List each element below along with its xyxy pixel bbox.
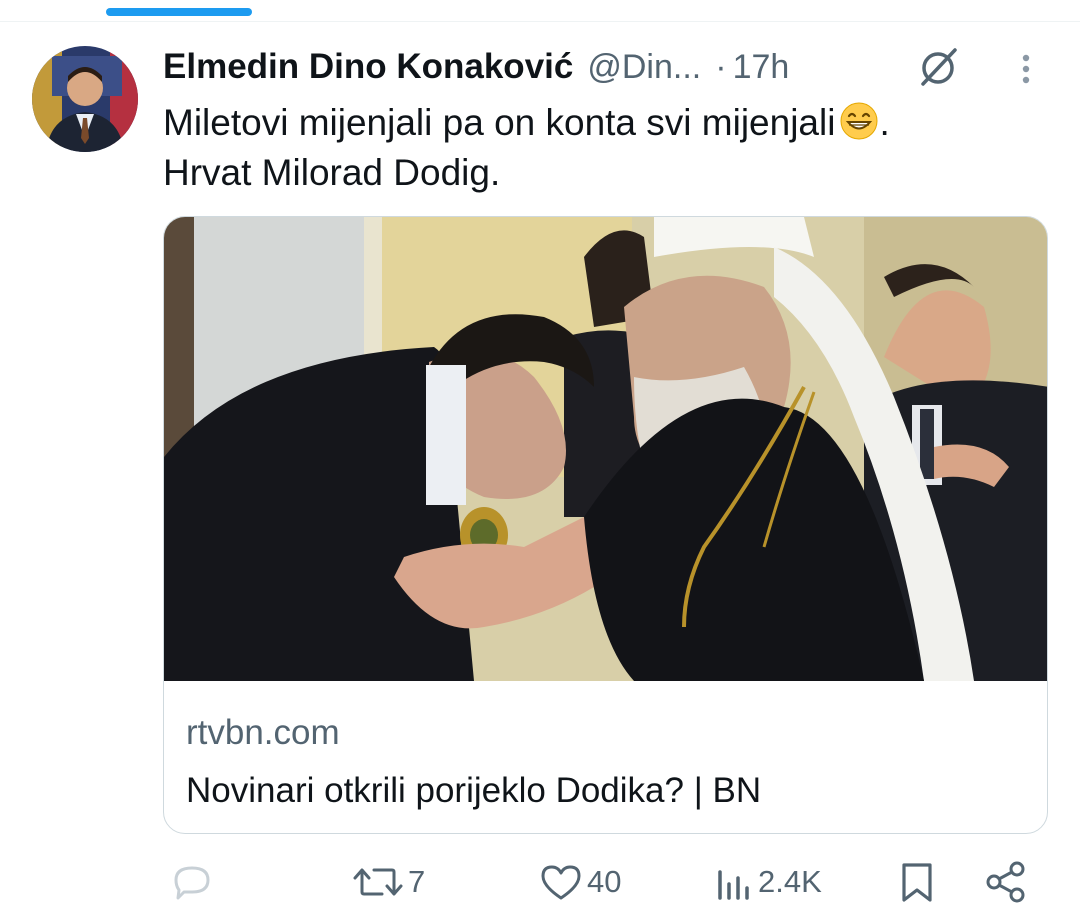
link-card[interactable]: rtvbn.com Novinari otkrili porijeklo Dod… — [163, 216, 1048, 834]
bookmark-button[interactable] — [893, 858, 937, 906]
retweet-count: 7 — [408, 864, 426, 899]
author-avatar[interactable] — [32, 46, 138, 152]
tweet-timestamp[interactable]: 17h — [733, 48, 790, 87]
tweet-line-1-end: . — [879, 102, 890, 143]
tweet-header: Elmedin Dino Konaković @Din... · 17h — [163, 42, 1053, 92]
reply-icon — [170, 862, 214, 902]
like-button[interactable]: 40 — [535, 858, 621, 906]
share-icon — [984, 860, 1028, 904]
views-icon — [714, 862, 754, 902]
views-count: 2.4K — [758, 864, 822, 899]
active-tab-indicator — [106, 8, 252, 16]
card-title[interactable]: Novinari otkrili porijeklo Dodika? | BN — [186, 771, 761, 811]
share-button[interactable] — [980, 858, 1028, 906]
tweet-actions-bar: 7 40 2.4K — [0, 858, 1080, 906]
tweet-line-1: Miletovi mijenjali pa on konta svi mijen… — [163, 98, 1043, 148]
reply-button[interactable] — [166, 858, 218, 906]
tweet-text: Miletovi mijenjali pa on konta svi mijen… — [163, 98, 1043, 198]
retweet-button[interactable]: 7 — [348, 858, 425, 906]
tweet-line-1-text: Miletovi mijenjali pa on konta svi mijen… — [163, 102, 836, 143]
author-name[interactable]: Elmedin Dino Konaković — [163, 47, 573, 87]
grok-icon[interactable] — [917, 46, 959, 88]
retweet-icon — [352, 862, 404, 902]
tweet-line-2: Hrvat Milorad Dodig. — [163, 152, 501, 193]
author-handle[interactable]: @Din... — [587, 48, 701, 87]
grinning-emoji-icon — [839, 101, 879, 141]
views-button[interactable]: 2.4K — [710, 858, 822, 906]
bookmark-icon — [897, 860, 937, 904]
card-image[interactable] — [164, 217, 1048, 681]
card-domain[interactable]: rtvbn.com — [186, 713, 340, 753]
more-vertical-icon[interactable] — [1011, 48, 1041, 88]
heart-icon — [539, 862, 583, 902]
like-count: 40 — [587, 864, 622, 899]
avatar-image — [32, 46, 138, 152]
top-tab-bar — [0, 0, 1080, 22]
separator-dot: · — [715, 47, 727, 86]
